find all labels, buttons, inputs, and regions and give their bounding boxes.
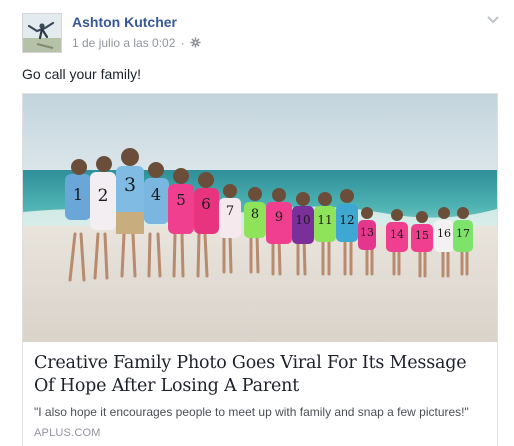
gear-icon[interactable] — [190, 37, 201, 48]
link-preview-card[interactable]: 1 2 3 4 5 6 7 8 9 10 11 12 13 14 15 16 17 Creative Famil… — [22, 93, 498, 446]
post-card: Ashton Kutcher 1 de julio a las 0:02 · G… — [0, 0, 514, 446]
shirt-number: 2 — [98, 186, 109, 206]
link-description: "I also hope it encourages people to mee… — [34, 405, 469, 419]
shirt-number: 11 — [317, 213, 332, 227]
shirt-number: 1 — [73, 185, 83, 204]
link-domain: APLUS.COM — [34, 427, 101, 439]
chevron-down-icon[interactable] — [485, 14, 501, 26]
post-timestamp[interactable]: 1 de julio a las 0:02 — [72, 36, 175, 50]
shirt-number: 14 — [390, 228, 404, 241]
shirt-number: 15 — [415, 229, 429, 242]
shirt-number: 5 — [176, 191, 186, 209]
post-meta: 1 de julio a las 0:02 · — [72, 36, 201, 50]
shirt-number: 4 — [151, 185, 161, 204]
link-title[interactable]: Creative Family Photo Goes Viral For Its… — [34, 352, 487, 398]
shirt-number: 8 — [251, 207, 259, 222]
link-preview-body: Creative Family Photo Goes Viral For Its… — [34, 352, 487, 439]
link-preview-image[interactable]: 1 2 3 4 5 6 7 8 9 10 11 1213 14 15 16 17 — [23, 94, 497, 342]
shirt-number: 6 — [201, 195, 211, 213]
avatar-image — [23, 14, 61, 52]
avatar[interactable] — [22, 13, 62, 53]
author-name-link[interactable]: Ashton Kutcher — [72, 14, 177, 30]
shirt-number: 9 — [275, 210, 283, 225]
post-text: Go call your family! — [22, 66, 142, 82]
shirt-number: 12 — [339, 213, 354, 227]
shirt-number: 3 — [124, 174, 136, 196]
shirt-number: 10 — [295, 213, 310, 227]
shirt-number: 16 — [437, 227, 451, 240]
meta-separator: · — [180, 36, 185, 50]
shirt-number: 17 — [456, 227, 470, 240]
shirt-number: 13 — [360, 226, 374, 239]
shirt-number: 7 — [226, 204, 234, 219]
